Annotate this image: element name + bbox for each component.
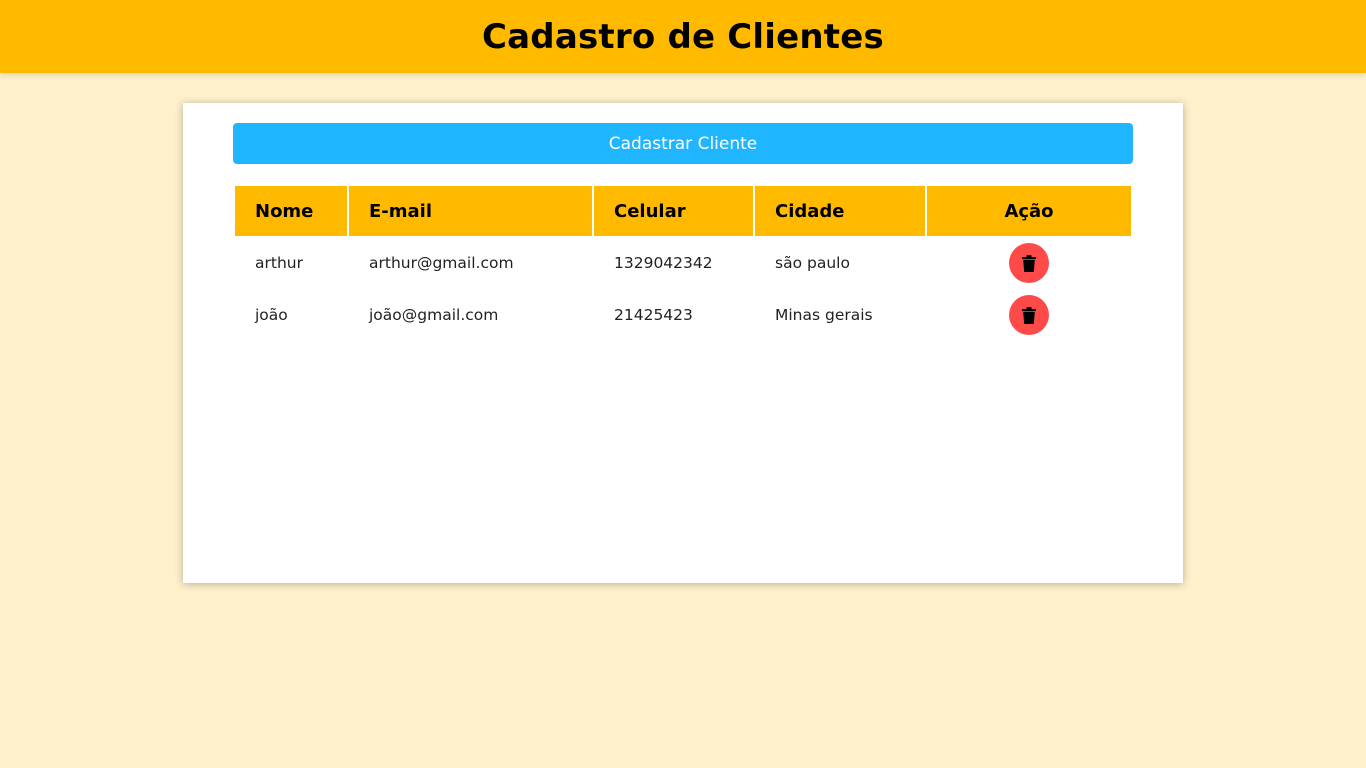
cell-nome: joão xyxy=(255,306,288,324)
trash-icon xyxy=(1022,306,1036,324)
cell-nome: arthur xyxy=(255,254,303,272)
add-client-button[interactable]: Cadastrar Cliente xyxy=(233,123,1133,164)
cell-acao xyxy=(927,238,1131,288)
column-header-nome: Nome xyxy=(235,186,347,236)
cell-cidade: Minas gerais xyxy=(775,306,873,324)
trash-icon xyxy=(1022,254,1036,272)
column-header-acao: Ação xyxy=(927,186,1131,236)
cell-celular: 21425423 xyxy=(614,306,693,324)
cell-email: joão@gmail.com xyxy=(369,306,499,324)
clients-card: Cadastrar Cliente Nome E-mail Celular Ci… xyxy=(183,103,1183,583)
cell-email: arthur@gmail.com xyxy=(369,254,514,272)
page-title: Cadastro de Clientes xyxy=(482,16,884,57)
table-row: joão joão@gmail.com 21425423 Minas gerai… xyxy=(235,290,1131,340)
column-header-email: E-mail xyxy=(349,186,592,236)
column-header-cidade: Cidade xyxy=(755,186,925,236)
delete-client-button[interactable] xyxy=(1009,243,1049,283)
clients-table: Nome E-mail Celular Cidade Ação arthur a… xyxy=(233,184,1133,342)
cell-cidade: são paulo xyxy=(775,254,850,272)
table-header-row: Nome E-mail Celular Cidade Ação xyxy=(235,186,1131,236)
app-header: Cadastro de Clientes xyxy=(0,0,1366,73)
delete-client-button[interactable] xyxy=(1009,295,1049,335)
table-row: arthur arthur@gmail.com 1329042342 são p… xyxy=(235,238,1131,288)
cell-acao xyxy=(927,290,1131,340)
column-header-celular: Celular xyxy=(594,186,753,236)
cell-celular: 1329042342 xyxy=(614,254,713,272)
